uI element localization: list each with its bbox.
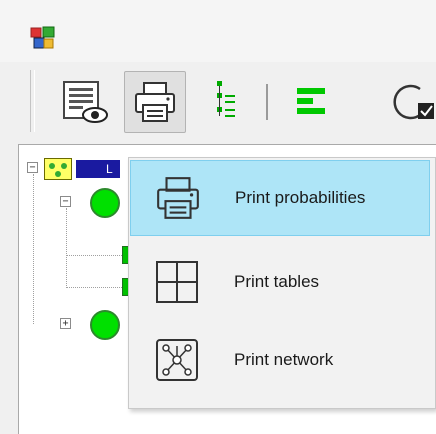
network-root-label[interactable]: L bbox=[76, 160, 120, 178]
printer-icon bbox=[149, 169, 207, 227]
collapse-node-icon[interactable]: − bbox=[60, 196, 71, 207]
tree-hierarchy-icon bbox=[217, 81, 235, 117]
menu-item-print-probabilities[interactable]: Print probabilities bbox=[130, 160, 430, 236]
view-document-button[interactable] bbox=[54, 71, 116, 133]
bar-list-icon bbox=[297, 88, 325, 114]
refresh-check-icon bbox=[393, 84, 434, 120]
menu-item-print-tables[interactable]: Print tables bbox=[130, 244, 430, 320]
menu-item-label: Print probabilities bbox=[235, 188, 366, 207]
menu-item-label: Print network bbox=[234, 350, 334, 369]
toolbar-divider bbox=[266, 84, 268, 120]
toolbar-grip bbox=[30, 70, 35, 132]
app-logo-icon bbox=[30, 26, 56, 50]
refresh-check-button[interactable] bbox=[380, 71, 436, 133]
tree-line bbox=[66, 208, 67, 288]
network-root-icon bbox=[44, 158, 72, 180]
menu-item-label: Print tables bbox=[234, 272, 320, 291]
table-grid-icon bbox=[148, 253, 206, 311]
tree-line bbox=[66, 255, 122, 256]
tree-line bbox=[66, 287, 122, 288]
network-graph-icon bbox=[148, 331, 206, 389]
hierarchy-button[interactable] bbox=[206, 71, 256, 133]
node-circle-icon[interactable] bbox=[90, 310, 120, 340]
print-button[interactable] bbox=[124, 71, 186, 133]
node-circle-icon[interactable] bbox=[90, 188, 120, 218]
menu-item-print-network[interactable]: Print network bbox=[130, 322, 430, 398]
printer-icon bbox=[135, 82, 175, 122]
collapse-root-icon[interactable]: − bbox=[27, 162, 38, 173]
expand-node-icon[interactable]: + bbox=[60, 318, 71, 329]
document-view-icon bbox=[63, 81, 108, 123]
tree-line bbox=[33, 174, 34, 324]
title-bar bbox=[0, 0, 436, 62]
bar-view-button[interactable] bbox=[280, 71, 342, 133]
